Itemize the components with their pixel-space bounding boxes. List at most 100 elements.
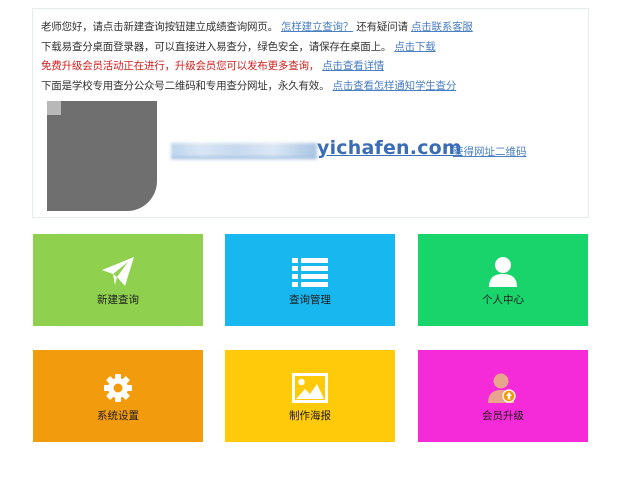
qr-mosaic-cell: [88, 101, 102, 115]
member-upgrade-icon: [418, 370, 588, 406]
qr-mosaic-cell: [129, 142, 144, 156]
query-management-tile[interactable]: 查询管理: [225, 234, 395, 326]
qr-mosaic-cell: [88, 114, 102, 129]
qr-mosaic-cell: [143, 197, 157, 211]
questions-text: 还有疑问请: [356, 21, 408, 33]
qr-mosaic-cell: [143, 128, 157, 143]
qr-mosaic-cell: [115, 101, 130, 115]
qr-mosaic-cell: [47, 169, 61, 184]
qr-mosaic-cell: [102, 197, 116, 211]
member-upgrade-label: 会员升级: [482, 410, 524, 422]
qr-mosaic-cell: [115, 128, 130, 143]
qr-mosaic-cell: [60, 142, 75, 156]
page: 老师您好，请点击新建查询按钮建立成绩查询网页。 怎样建立查询？ 还有疑问请 点击…: [0, 0, 640, 484]
qr-mosaic-cell: [102, 114, 116, 129]
qr-mosaic-cell: [102, 169, 116, 184]
qr-code-image: [47, 101, 157, 211]
qr-mosaic-cell: [74, 142, 89, 156]
qr-mosaic-cell: [74, 197, 89, 211]
qr-mosaic-cell: [88, 169, 102, 184]
contact-support-link[interactable]: 点击联系客服: [411, 21, 473, 33]
qr-mosaic-cell: [74, 183, 89, 198]
qr-mosaic-cell: [60, 183, 75, 198]
qr-mosaic-cell: [143, 101, 157, 115]
qr-mosaic-cell: [129, 183, 144, 198]
make-poster-label: 制作海报: [289, 410, 331, 422]
welcome-text: 老师您好，请点击新建查询按钮建立成绩查询网页。: [41, 21, 278, 33]
qr-mosaic-cell: [143, 156, 157, 170]
qr-mosaic-cell: [143, 142, 157, 156]
qr-mosaic-cell: [102, 156, 116, 170]
qr-mosaic-cell: [115, 197, 130, 211]
qr-mosaic-cell: [74, 128, 89, 143]
download-link[interactable]: 点击下载: [394, 41, 435, 53]
get-url-qr-link[interactable]: 获得网址二维码: [453, 144, 527, 159]
qr-mosaic-cell: [102, 183, 116, 198]
notice-line-4: 下面是学校专用查分公众号二维码和专用查分网址，永久有效。 点击查看怎样通知学生查…: [41, 79, 456, 93]
paper-plane-icon: [33, 254, 203, 290]
promo-details-link[interactable]: 点击查看详情: [322, 60, 384, 72]
query-management-label: 查询管理: [289, 294, 331, 306]
qr-mosaic-cell: [88, 142, 102, 156]
qr-mosaic-cell: [129, 156, 144, 170]
make-poster-tile[interactable]: 制作海报: [225, 350, 395, 442]
qr-mosaic-cell: [88, 128, 102, 143]
image-icon: [225, 370, 395, 406]
personal-center-tile[interactable]: 个人中心: [418, 234, 588, 326]
qr-mosaic-cell: [60, 197, 75, 211]
qr-mosaic-cell: [102, 101, 116, 115]
qr-mosaic-cell: [47, 197, 61, 211]
notice-panel: 老师您好，请点击新建查询按钮建立成绩查询网页。 怎样建立查询？ 还有疑问请 点击…: [32, 8, 589, 218]
system-settings-tile[interactable]: 系统设置: [33, 350, 203, 442]
promo-text: 免费升级会员活动正在进行，升级会员您可以发布更多查询，: [41, 60, 320, 72]
qr-mosaic-cell: [102, 142, 116, 156]
notice-line-2: 下载易查分桌面登录器，可以直接进入易查分，绿色安全，请保存在桌面上。 点击下载: [41, 40, 436, 54]
qr-mosaic-cell: [47, 142, 61, 156]
qr-mosaic-cell: [60, 101, 75, 115]
user-icon: [418, 254, 588, 290]
qr-mosaic-cell: [60, 114, 75, 129]
url-blurred-part: [171, 143, 317, 159]
qr-mosaic-cell: [88, 197, 102, 211]
qr-mosaic-cell: [129, 197, 144, 211]
notice-line-3: 免费升级会员活动正在进行，升级会员您可以发布更多查询， 点击查看详情: [41, 59, 384, 73]
member-upgrade-tile[interactable]: 会员升级: [418, 350, 588, 442]
qr-mosaic-cell: [115, 183, 130, 198]
notice-line-1: 老师您好，请点击新建查询按钮建立成绩查询网页。 怎样建立查询？ 还有疑问请 点击…: [41, 20, 473, 34]
personal-center-label: 个人中心: [482, 294, 524, 306]
qr-mosaic-cell: [47, 156, 61, 170]
qr-mosaic-cell: [143, 114, 157, 129]
new-query-tile[interactable]: 新建查询: [33, 234, 203, 326]
qr-mosaic-cell: [47, 114, 61, 129]
qr-mosaic-cell: [88, 156, 102, 170]
qr-mosaic-cell: [60, 128, 75, 143]
qr-mosaic-cell: [129, 114, 144, 129]
notify-students-link[interactable]: 点击查看怎样通知学生查分: [333, 80, 457, 92]
system-settings-label: 系统设置: [97, 410, 139, 422]
qr-info-text: 下面是学校专用查分公众号二维码和专用查分网址，永久有效。: [41, 80, 330, 92]
qr-mosaic-cell: [74, 114, 89, 129]
qr-mosaic-cell: [60, 156, 75, 170]
qr-mosaic-cell: [129, 101, 144, 115]
qr-mosaic-cell: [74, 156, 89, 170]
gear-icon: [33, 370, 203, 406]
list-icon: [225, 254, 395, 290]
new-query-label: 新建查询: [97, 294, 139, 306]
qr-mosaic-cell: [88, 183, 102, 198]
school-url-row: yichafen.com 获得网址二维码: [171, 137, 581, 167]
qr-mosaic-cell: [60, 169, 75, 184]
qr-mosaic-cell: [102, 128, 116, 143]
qr-mosaic-cell: [74, 169, 89, 184]
qr-mosaic-cell: [47, 183, 61, 198]
qr-mosaic-cell: [143, 183, 157, 198]
qr-mosaic-cell: [115, 156, 130, 170]
qr-mosaic-cell: [115, 114, 130, 129]
qr-mosaic-cell: [129, 128, 144, 143]
qr-mosaic-cell: [115, 142, 130, 156]
download-text: 下载易查分桌面登录器，可以直接进入易查分，绿色安全，请保存在桌面上。: [41, 41, 392, 53]
qr-mosaic-cell: [115, 169, 130, 184]
school-url-link[interactable]: yichafen.com: [317, 137, 462, 159]
qr-mosaic-cell: [47, 128, 61, 143]
how-to-create-link[interactable]: 怎样建立查询？: [281, 21, 353, 33]
qr-mosaic-cell: [129, 169, 144, 184]
